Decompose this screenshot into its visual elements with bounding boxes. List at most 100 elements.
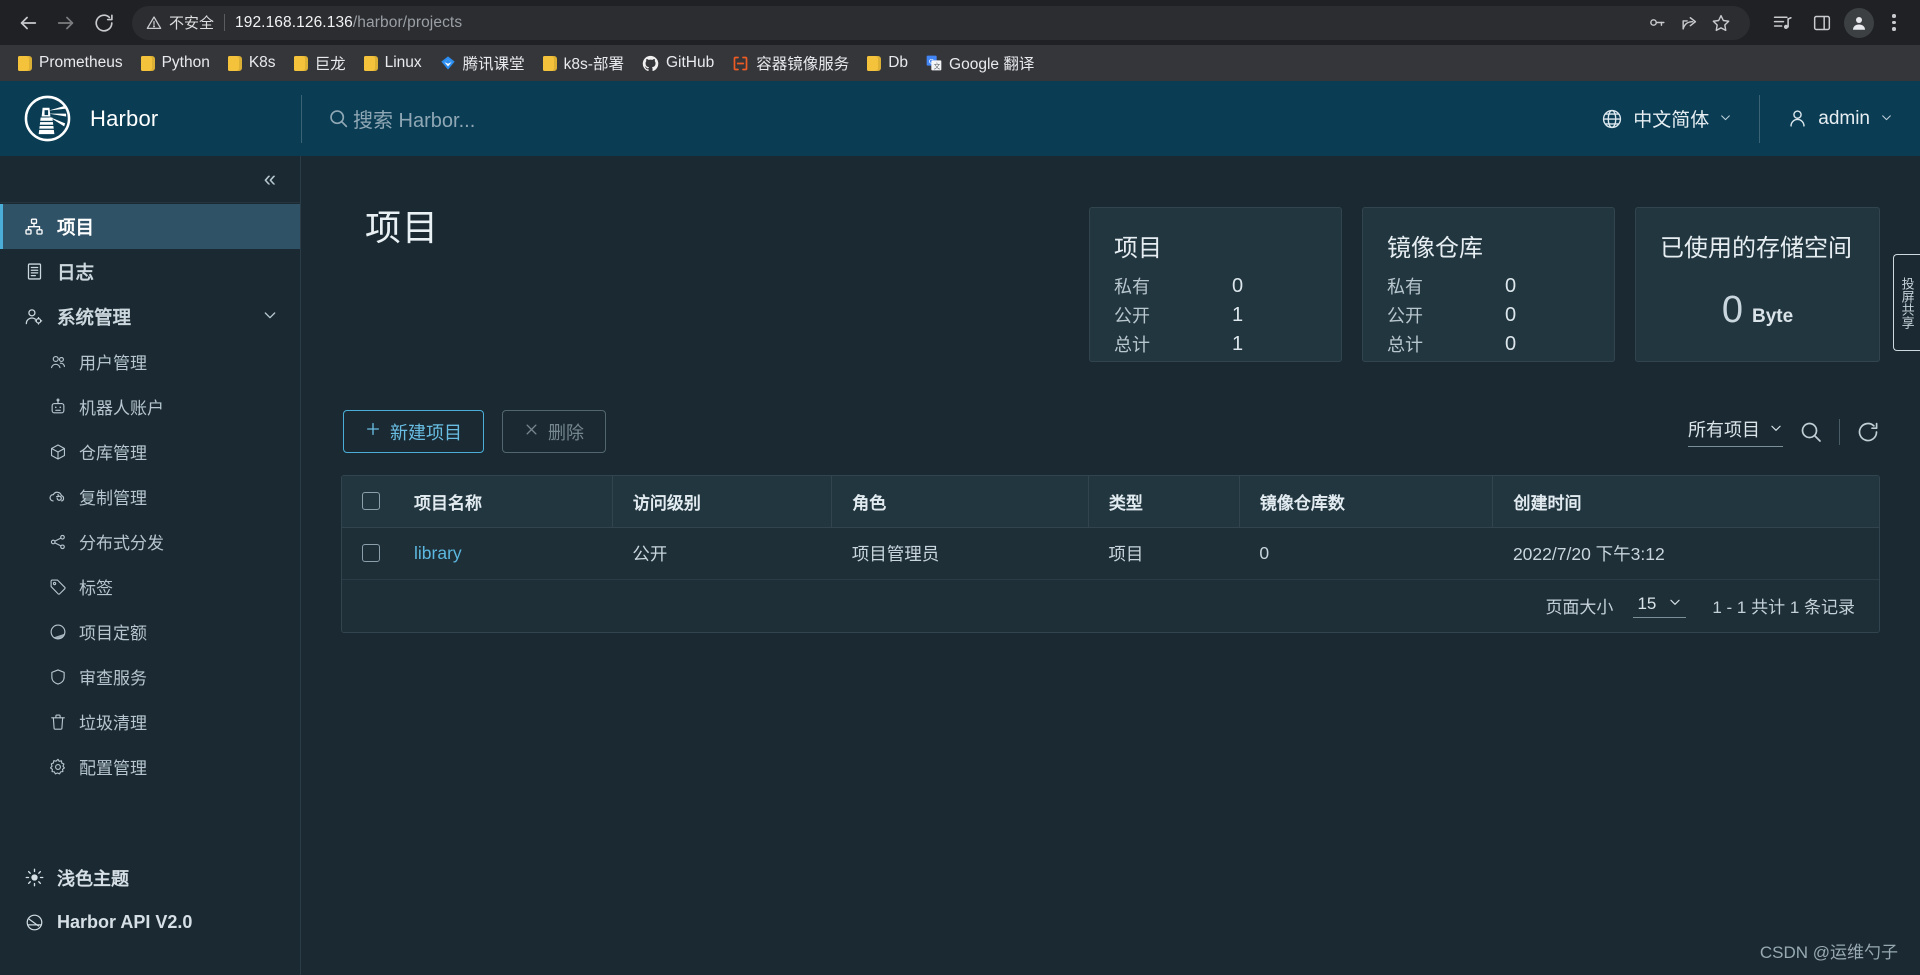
password-key-button[interactable] <box>1642 8 1672 38</box>
table-head: 项目名称 访问级别 角色 类型 镜像仓库数 创建时间 <box>342 476 1879 528</box>
column-header-repo-count[interactable]: 镜像仓库数 <box>1239 476 1494 528</box>
project-link-library[interactable]: library <box>414 543 462 563</box>
page-size-label: 页面大小 <box>1545 598 1614 617</box>
table-row[interactable]: library 公开 项目管理员 项目 0 2022/7/20 下午3:12 <box>342 527 1879 580</box>
table-search-button[interactable] <box>1799 420 1823 444</box>
stat-card-storage: 已使用的存储空间 0 Byte <box>1635 207 1880 362</box>
row-checkbox[interactable] <box>362 544 380 562</box>
bookmark-tencent-classroom[interactable]: 腾讯课堂 <box>432 48 533 78</box>
bookmark-star-button[interactable] <box>1706 8 1736 38</box>
bookmark-k8s-deploy[interactable]: k8s-部署 <box>535 48 632 78</box>
language-selector[interactable]: 中文简体 <box>1574 81 1759 156</box>
stat-cards: 项目 私有 0 公开 1 总计 1 镜像仓库 私有 0 公开 0 总计 0 已使… <box>1089 199 1880 362</box>
not-secure-warning-icon <box>146 15 162 31</box>
stat-row: 公开 0 <box>1387 302 1590 328</box>
sidebar-collapse-button[interactable]: « <box>258 164 282 194</box>
key-icon <box>1649 19 1665 26</box>
github-icon <box>642 55 659 72</box>
sidebar-subitem-registries[interactable]: 仓库管理 <box>0 429 300 474</box>
sidebar-subitem-interrogation-services[interactable]: 审查服务 <box>0 654 300 699</box>
bookmark-container-registry[interactable]: 容器镜像服务 <box>724 48 857 78</box>
bookmark-label: GitHub <box>665 54 715 71</box>
language-label: 中文简体 <box>1633 110 1710 131</box>
harbor-search-input[interactable]: 搜索 Harbor... <box>302 104 1574 133</box>
page-size-select[interactable]: 15 <box>1633 594 1687 618</box>
bookmark-k8s[interactable]: K8s <box>220 50 284 76</box>
user-menu[interactable]: admin <box>1760 81 1920 156</box>
sidebar-subitem-distribution[interactable]: 分布式分发 <box>0 519 300 564</box>
table-refresh-button[interactable] <box>1856 420 1880 444</box>
column-header-created[interactable]: 创建时间 <box>1492 476 1879 528</box>
bookmark-julong[interactable]: 巨龙 <box>286 48 354 78</box>
folder-icon <box>542 55 557 71</box>
column-header-type[interactable]: 类型 <box>1088 476 1240 528</box>
chevron-down-icon <box>1719 108 1732 130</box>
bookmark-prometheus[interactable]: Prometheus <box>10 50 131 76</box>
cell-repo-count: 0 <box>1239 527 1493 580</box>
sidebar-theme-toggle[interactable]: 浅色主题 <box>0 855 300 900</box>
bookmark-label: Db <box>888 54 909 71</box>
bookmark-label: K8s <box>248 54 276 71</box>
sidebar-subitem-robot-accounts[interactable]: 机器人账户 <box>0 384 300 429</box>
screen-share-float-tab[interactable]: 投屏共享 <box>1893 254 1920 351</box>
side-panel-icon <box>1813 15 1831 30</box>
bookmark-github[interactable]: GitHub <box>634 50 722 76</box>
column-header-name[interactable]: 项目名称 <box>394 476 613 528</box>
bookmark-db[interactable]: Db <box>859 50 916 76</box>
sidebar-subitem-label: 标签 <box>79 579 113 598</box>
stat-row: 私有 0 <box>1114 273 1317 299</box>
media-playlist-button[interactable] <box>1764 5 1800 41</box>
sidebar-item-logs[interactable]: 日志 <box>0 249 300 294</box>
chevron-down-icon[interactable] <box>262 306 278 328</box>
sidebar-item-projects[interactable]: 项目 <box>0 204 300 249</box>
forward-button[interactable] <box>48 5 84 41</box>
svg-text:文: 文 <box>934 62 941 71</box>
new-project-button[interactable]: 新建项目 <box>343 410 484 453</box>
sidebar-harbor-api[interactable]: Harbor API V2.0 <box>0 900 300 945</box>
side-panel-button[interactable] <box>1804 5 1840 41</box>
project-filter-select[interactable]: 所有项目 <box>1688 416 1783 447</box>
stat-card-title: 已使用的存储空间 <box>1660 235 1852 262</box>
select-all-checkbox[interactable] <box>362 492 380 511</box>
security-label: 不安全 <box>169 15 215 32</box>
table-footer: 页面大小 15 1 - 1 共计 1 条记录 <box>342 579 1879 632</box>
bookmark-python[interactable]: Python <box>133 50 218 76</box>
sidebar-subitem-label: 垃圾清理 <box>79 714 147 733</box>
profile-avatar-button[interactable] <box>1844 7 1874 38</box>
sidebar-item-administration[interactable]: 系统管理 <box>0 294 300 339</box>
sidebar-subitem-labels[interactable]: 标签 <box>0 564 300 609</box>
reload-button[interactable] <box>86 5 122 41</box>
sidebar-subitem-replications[interactable]: 复制管理 <box>0 474 300 519</box>
sidebar-subitem-users[interactable]: 用户管理 <box>0 339 300 384</box>
cell-role: 项目管理员 <box>831 527 1089 580</box>
column-header-role[interactable]: 角色 <box>831 476 1089 528</box>
header-right: 中文简体 admin <box>1574 81 1920 156</box>
projects-table: 项目名称 访问级别 角色 类型 镜像仓库数 创建时间 library 公开 项目… <box>342 476 1879 580</box>
chevron-down-icon <box>1668 594 1682 614</box>
chrome-menu-button[interactable] <box>1878 6 1910 40</box>
sidebar-subitem-project-quotas[interactable]: 项目定额 <box>0 609 300 654</box>
address-bar[interactable]: 不安全 192.168.126.136/harbor/projects <box>132 5 1750 40</box>
bookmark-linux[interactable]: Linux <box>356 50 430 76</box>
quota-pie-icon <box>48 623 67 641</box>
users-icon <box>48 353 67 371</box>
sidebar-subitem-configuration[interactable]: 配置管理 <box>0 744 300 789</box>
shield-icon <box>48 668 67 686</box>
harbor-brand[interactable]: Harbor <box>0 95 301 142</box>
bookmark-google-translate[interactable]: G 文 Google 翻译 <box>918 48 1042 78</box>
administration-icon <box>24 307 44 327</box>
share-button[interactable] <box>1674 8 1704 38</box>
back-button[interactable] <box>10 5 46 41</box>
delete-button[interactable]: 删除 <box>502 410 606 453</box>
sidebar-bottom: 浅色主题 Harbor API V2.0 <box>0 855 300 975</box>
storage-value: 0 Byte <box>1660 273 1855 332</box>
user-icon <box>1787 108 1808 129</box>
stat-label: 公开 <box>1387 306 1423 326</box>
sidebar-bottom-label: Harbor API V2.0 <box>57 912 193 932</box>
refresh-icon <box>1858 422 1878 441</box>
sidebar-subitem-garbage-collection[interactable]: 垃圾清理 <box>0 699 300 744</box>
sidebar-bottom-label: 浅色主题 <box>57 868 129 889</box>
stat-card-title: 镜像仓库 <box>1387 235 1483 262</box>
bookmark-label: Linux <box>384 54 422 71</box>
column-header-access-level[interactable]: 访问级别 <box>612 476 833 528</box>
